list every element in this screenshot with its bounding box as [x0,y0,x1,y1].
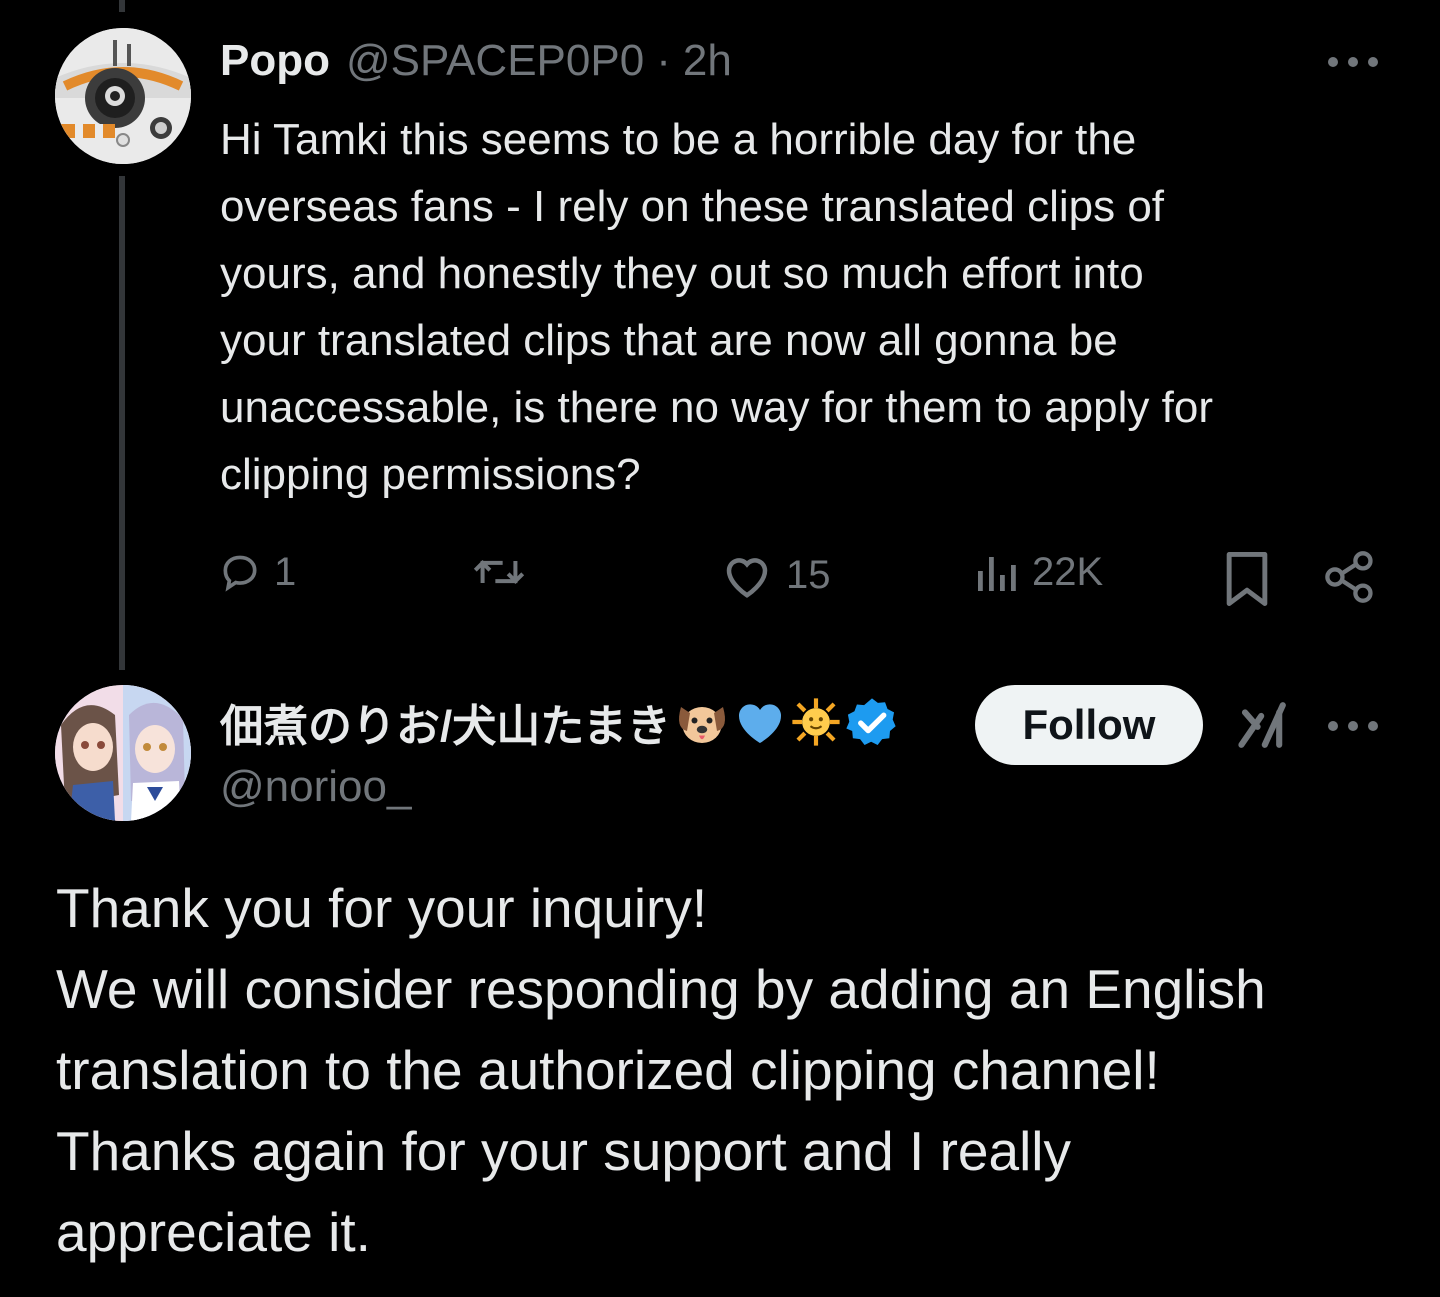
bookmark-button[interactable] [1222,550,1272,608]
sun-with-face-emoji-icon [792,698,840,746]
reply-button[interactable]: 1 [218,550,296,595]
thread-connector-line [119,176,125,670]
more-horizontal-icon[interactable] [1328,716,1378,736]
views-count: 22K [1032,550,1104,594]
author-name[interactable]: Popo [220,36,330,86]
bookmark-icon [1226,552,1268,606]
separator-dot: · [656,36,671,85]
avatar[interactable] [55,28,191,164]
timestamp[interactable]: 2h [683,36,732,86]
share-icon [1325,551,1373,603]
author-name[interactable]: 佃煮のりお/犬山たまき [220,690,671,754]
like-button[interactable]: 15 [720,550,831,600]
retweet-button[interactable] [468,550,542,594]
verified-badge-icon[interactable] [845,695,899,749]
tweet-header: 佃煮のりお/犬山たまき [220,690,899,754]
author-handle[interactable]: @norioo_ [220,762,411,812]
views-icon [978,556,1016,591]
thread-line-top [119,0,125,12]
reply-icon [223,555,257,592]
retweet-icon [473,560,525,584]
robot-avatar-icon [55,28,191,164]
reply-count: 1 [274,550,297,594]
grok-icon[interactable] [1236,698,1290,752]
avatar[interactable] [55,685,191,821]
dog-face-emoji-icon [678,707,725,743]
tweet-text: Thank you for your inquiry! We will cons… [56,877,1266,1263]
tweet-header: Popo @SPACEP0P0 · 2h [220,36,732,90]
share-button[interactable] [1322,550,1378,604]
anime-characters-avatar-icon [55,685,191,821]
like-count: 15 [786,552,831,597]
heart-icon [726,558,768,598]
author-handle[interactable]: @SPACEP0P0 [346,36,644,86]
blue-heart-emoji-icon [738,704,781,743]
tweet-text: Hi Tamki this seems to be a horrible day… [220,115,1213,499]
more-horizontal-icon[interactable] [1328,52,1378,72]
views-button[interactable]: 22K [972,550,1103,595]
follow-button[interactable]: Follow [975,685,1203,765]
